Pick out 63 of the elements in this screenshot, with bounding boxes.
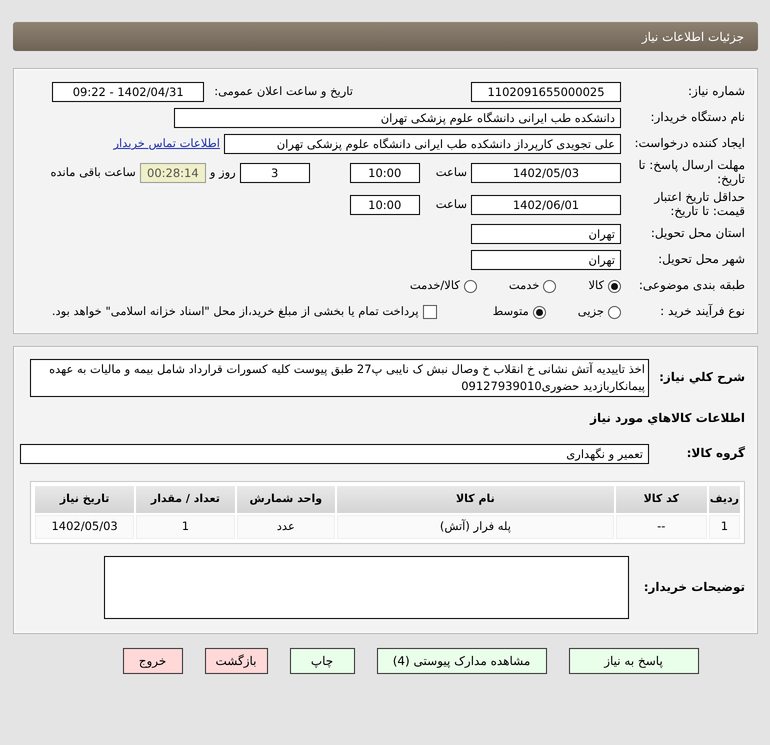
- field-label: طبقه بندی موضوعی:: [638, 279, 745, 293]
- radio-button[interactable]: [608, 280, 621, 292]
- radio-button[interactable]: [532, 306, 546, 318]
- field-label: تاریخ و ساعت اعلان عمومی:: [214, 83, 353, 100]
- radio-label: متوسط: [492, 303, 529, 320]
- field-label: توضیحات خریدار:: [642, 580, 745, 594]
- table-cell: --: [616, 515, 707, 539]
- field-label: نوع فرآیند خرید :: [659, 305, 745, 319]
- field-label: شماره نیاز:: [687, 85, 745, 99]
- days-field: 3: [240, 163, 310, 183]
- radio-button[interactable]: [464, 280, 477, 292]
- radio-label: خدمت: [508, 277, 540, 294]
- payment-note: پرداخت تمام یا بخشی از مبلغ خرید،از محل "اسناد خزانه اسلامی" خواهد بود.: [52, 303, 419, 320]
- radio-label: جزیی: [578, 303, 604, 320]
- buyer-org-field: دانشکده طب ایرانی دانشگاه علوم پزشکی تهران: [174, 108, 621, 128]
- reply-time-field: 10:00: [350, 163, 420, 183]
- page-title: جزئیات اطلاعات نیاز: [642, 28, 744, 46]
- field-label: شهر محل تحویل:: [657, 253, 745, 267]
- radio-label: کالا: [588, 277, 604, 294]
- action-button[interactable]: پاسخ به نیاز: [568, 648, 698, 674]
- description-field: اخذ تاییدیه آتش نشانی خ انقلاب خ وصال نبش ک نایبی پ27 طبق پیوست کلیه کسورات قرارداد شامل بیمه و مالیات به عهده پیمانکاربازدید حضوری09127939010: [30, 359, 649, 397]
- column-header: نام کالا: [337, 486, 614, 513]
- field-label: شرح کلي نياز:: [658, 371, 745, 385]
- remaining-label: ساعت باقی مانده: [50, 164, 136, 182]
- radio-button[interactable]: [543, 280, 556, 292]
- checkbox[interactable]: [422, 305, 437, 319]
- time-label: ساعت: [436, 196, 467, 214]
- section-heading: اطلاعات کالاهاي مورد نياز: [588, 410, 745, 427]
- action-button[interactable]: خروج: [122, 648, 182, 674]
- province-field: تهران: [471, 224, 621, 244]
- remaining-time-field: 00:28:14: [140, 163, 206, 183]
- field-label: حداقل تاریخ اعتبار قیمت: تا تاریخ:: [652, 191, 745, 219]
- column-header: ردیف: [708, 486, 740, 513]
- reply-date-field: 1402/05/03: [471, 163, 621, 183]
- table-cell: پله فرار (آتش): [337, 515, 614, 539]
- table-cell: 1: [136, 515, 235, 539]
- table-cell: 1402/05/03: [35, 515, 134, 539]
- field-label: نام دستگاه خریدار:: [650, 111, 745, 125]
- requester-field: علی تجویدی کارپرداز دانشکده طب ایرانی دانشگاه علوم پزشکی تهران: [224, 134, 621, 154]
- time-label: ساعت: [436, 164, 467, 182]
- validity-time-field: 10:00: [350, 195, 420, 215]
- radio-button[interactable]: [608, 306, 621, 318]
- field-label: استان محل تحویل:: [650, 227, 745, 241]
- action-button[interactable]: چاپ: [290, 648, 354, 674]
- column-header: تعداد / مقدار: [136, 486, 235, 513]
- action-button[interactable]: مشاهده مدارک پیوستی (4): [376, 648, 546, 674]
- field-label: گروه کالا:: [686, 447, 745, 461]
- column-header: واحد شمارش: [236, 486, 336, 513]
- table-cell: عدد: [236, 515, 336, 539]
- city-field: تهران: [471, 250, 621, 270]
- goods-group-field: تعمیر و نگهداری: [20, 444, 649, 464]
- contact-info-link[interactable]: اطلاعات تماس خریدار: [113, 135, 220, 153]
- field-label: مهلت ارسال پاسخ: تا تاریخ:: [637, 159, 745, 187]
- action-button[interactable]: بازگشت: [204, 648, 268, 674]
- need-number-field: 1102091655000025: [471, 82, 621, 102]
- table-cell: 1: [708, 515, 740, 539]
- column-header: تاریخ نیاز: [35, 486, 134, 513]
- days-label: روز و: [210, 164, 236, 182]
- field-label: ایجاد کننده درخواست:: [633, 137, 745, 151]
- validity-date-field: 1402/06/01: [471, 195, 621, 215]
- announce-date-field: 1402/04/31 - 09:22: [52, 82, 204, 102]
- radio-label: کالا/خدمت: [410, 277, 460, 294]
- column-header: کد کالا: [616, 486, 707, 513]
